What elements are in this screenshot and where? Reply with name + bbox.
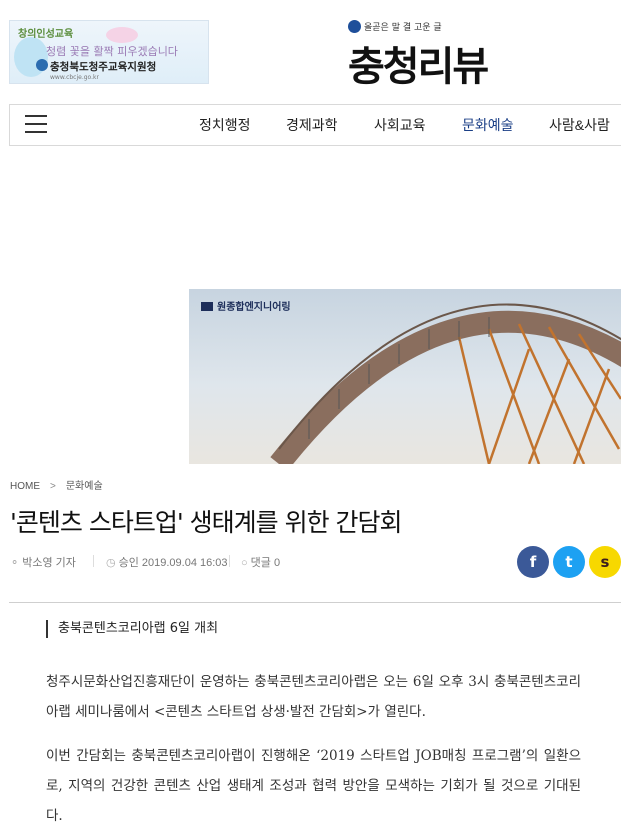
engineering-ad-banner[interactable]: 원종합엔지니어링 [189, 289, 621, 464]
nav-divider [9, 104, 621, 105]
breadcrumb-home[interactable]: HOME [10, 481, 40, 492]
article-paragraph: 청주시문화산업진흥재단이 운영하는 충북콘텐츠코리아랩은 오는 6일 오후 3시… [46, 674, 581, 720]
article-subhead: 충북콘텐츠코리아랩 6일 개최 [46, 620, 218, 638]
hamburger-menu-icon[interactable] [25, 115, 47, 135]
bridge-arch-image [270, 303, 621, 464]
breadcrumb-section[interactable]: 문화예술 [66, 481, 103, 492]
nav-item-economy[interactable]: 경제과학 [286, 115, 338, 135]
banner-decoration [14, 37, 48, 77]
approved-time: 승인 2019.09.04 16:03 [118, 557, 228, 569]
banner-decoration [106, 27, 138, 43]
breadcrumb-separator: > [50, 481, 56, 492]
ad-logo-text: 원종합엔지니어링 [217, 302, 291, 313]
nav-item-culture[interactable]: 문화예술 [462, 115, 514, 135]
clock-icon: ◷ [106, 557, 116, 569]
logo-tagline: 올곧은 말 결 고운 글 [364, 23, 442, 33]
nav-divider [9, 145, 621, 146]
comment-count[interactable]: 댓글 0 [251, 557, 280, 569]
comment-icon: ○ [241, 557, 248, 569]
site-logo[interactable]: 올곧은 말 결 고운 글 충청리뷰 [344, 18, 544, 90]
article-title: '콘텐츠 스타트업' 생태계를 위한 간담회 [10, 508, 403, 537]
logo-name: 충청리뷰 [348, 44, 489, 90]
article-approved-time: ◷ 승인 2019.09.04 16:03 [106, 554, 228, 570]
banner-slogan: 청렴 꽃을 활짝 피우겠습니다 [46, 45, 178, 58]
facebook-share-button[interactable]: f [517, 546, 549, 578]
banner-text: 창의인성교육 [18, 29, 74, 40]
article-divider [9, 602, 621, 603]
education-office-logo-icon [36, 59, 48, 71]
kakaostory-share-button[interactable]: s [589, 546, 621, 578]
article-paragraph: 이번 간담회는 충북콘텐츠코리아랩이 진행해온 ‘2019 스타트업 JOB매칭… [46, 748, 581, 824]
meta-divider [93, 555, 94, 567]
author-name: 박소영 기자 [22, 557, 76, 569]
article-comments[interactable]: ○ 댓글 0 [241, 554, 280, 570]
article-author: ⚬ 박소영 기자 [10, 554, 76, 570]
user-icon: ⚬ [10, 557, 20, 569]
nav-item-politics[interactable]: 정치행정 [199, 115, 251, 135]
meta-divider [229, 555, 230, 567]
education-office-banner-ad[interactable]: 창의인성교육 청렴 꽃을 활짝 피우겠습니다 충청북도청주교육지원청 www.c… [9, 20, 209, 84]
nav-item-people[interactable]: 사람&사람 [549, 115, 610, 135]
banner-org-name: 충청북도청주교육지원청 [50, 61, 157, 73]
ad-logo-icon [201, 302, 213, 311]
ad-logo: 원종합엔지니어링 [201, 298, 291, 313]
nav-divider [9, 104, 10, 146]
logo-mark-icon [348, 20, 361, 33]
nav-item-society[interactable]: 사회교육 [374, 115, 426, 135]
twitter-share-button[interactable]: t [553, 546, 585, 578]
banner-url: www.cbcje.go.kr [50, 74, 99, 81]
breadcrumb: HOME > 문화예술 [10, 477, 103, 492]
